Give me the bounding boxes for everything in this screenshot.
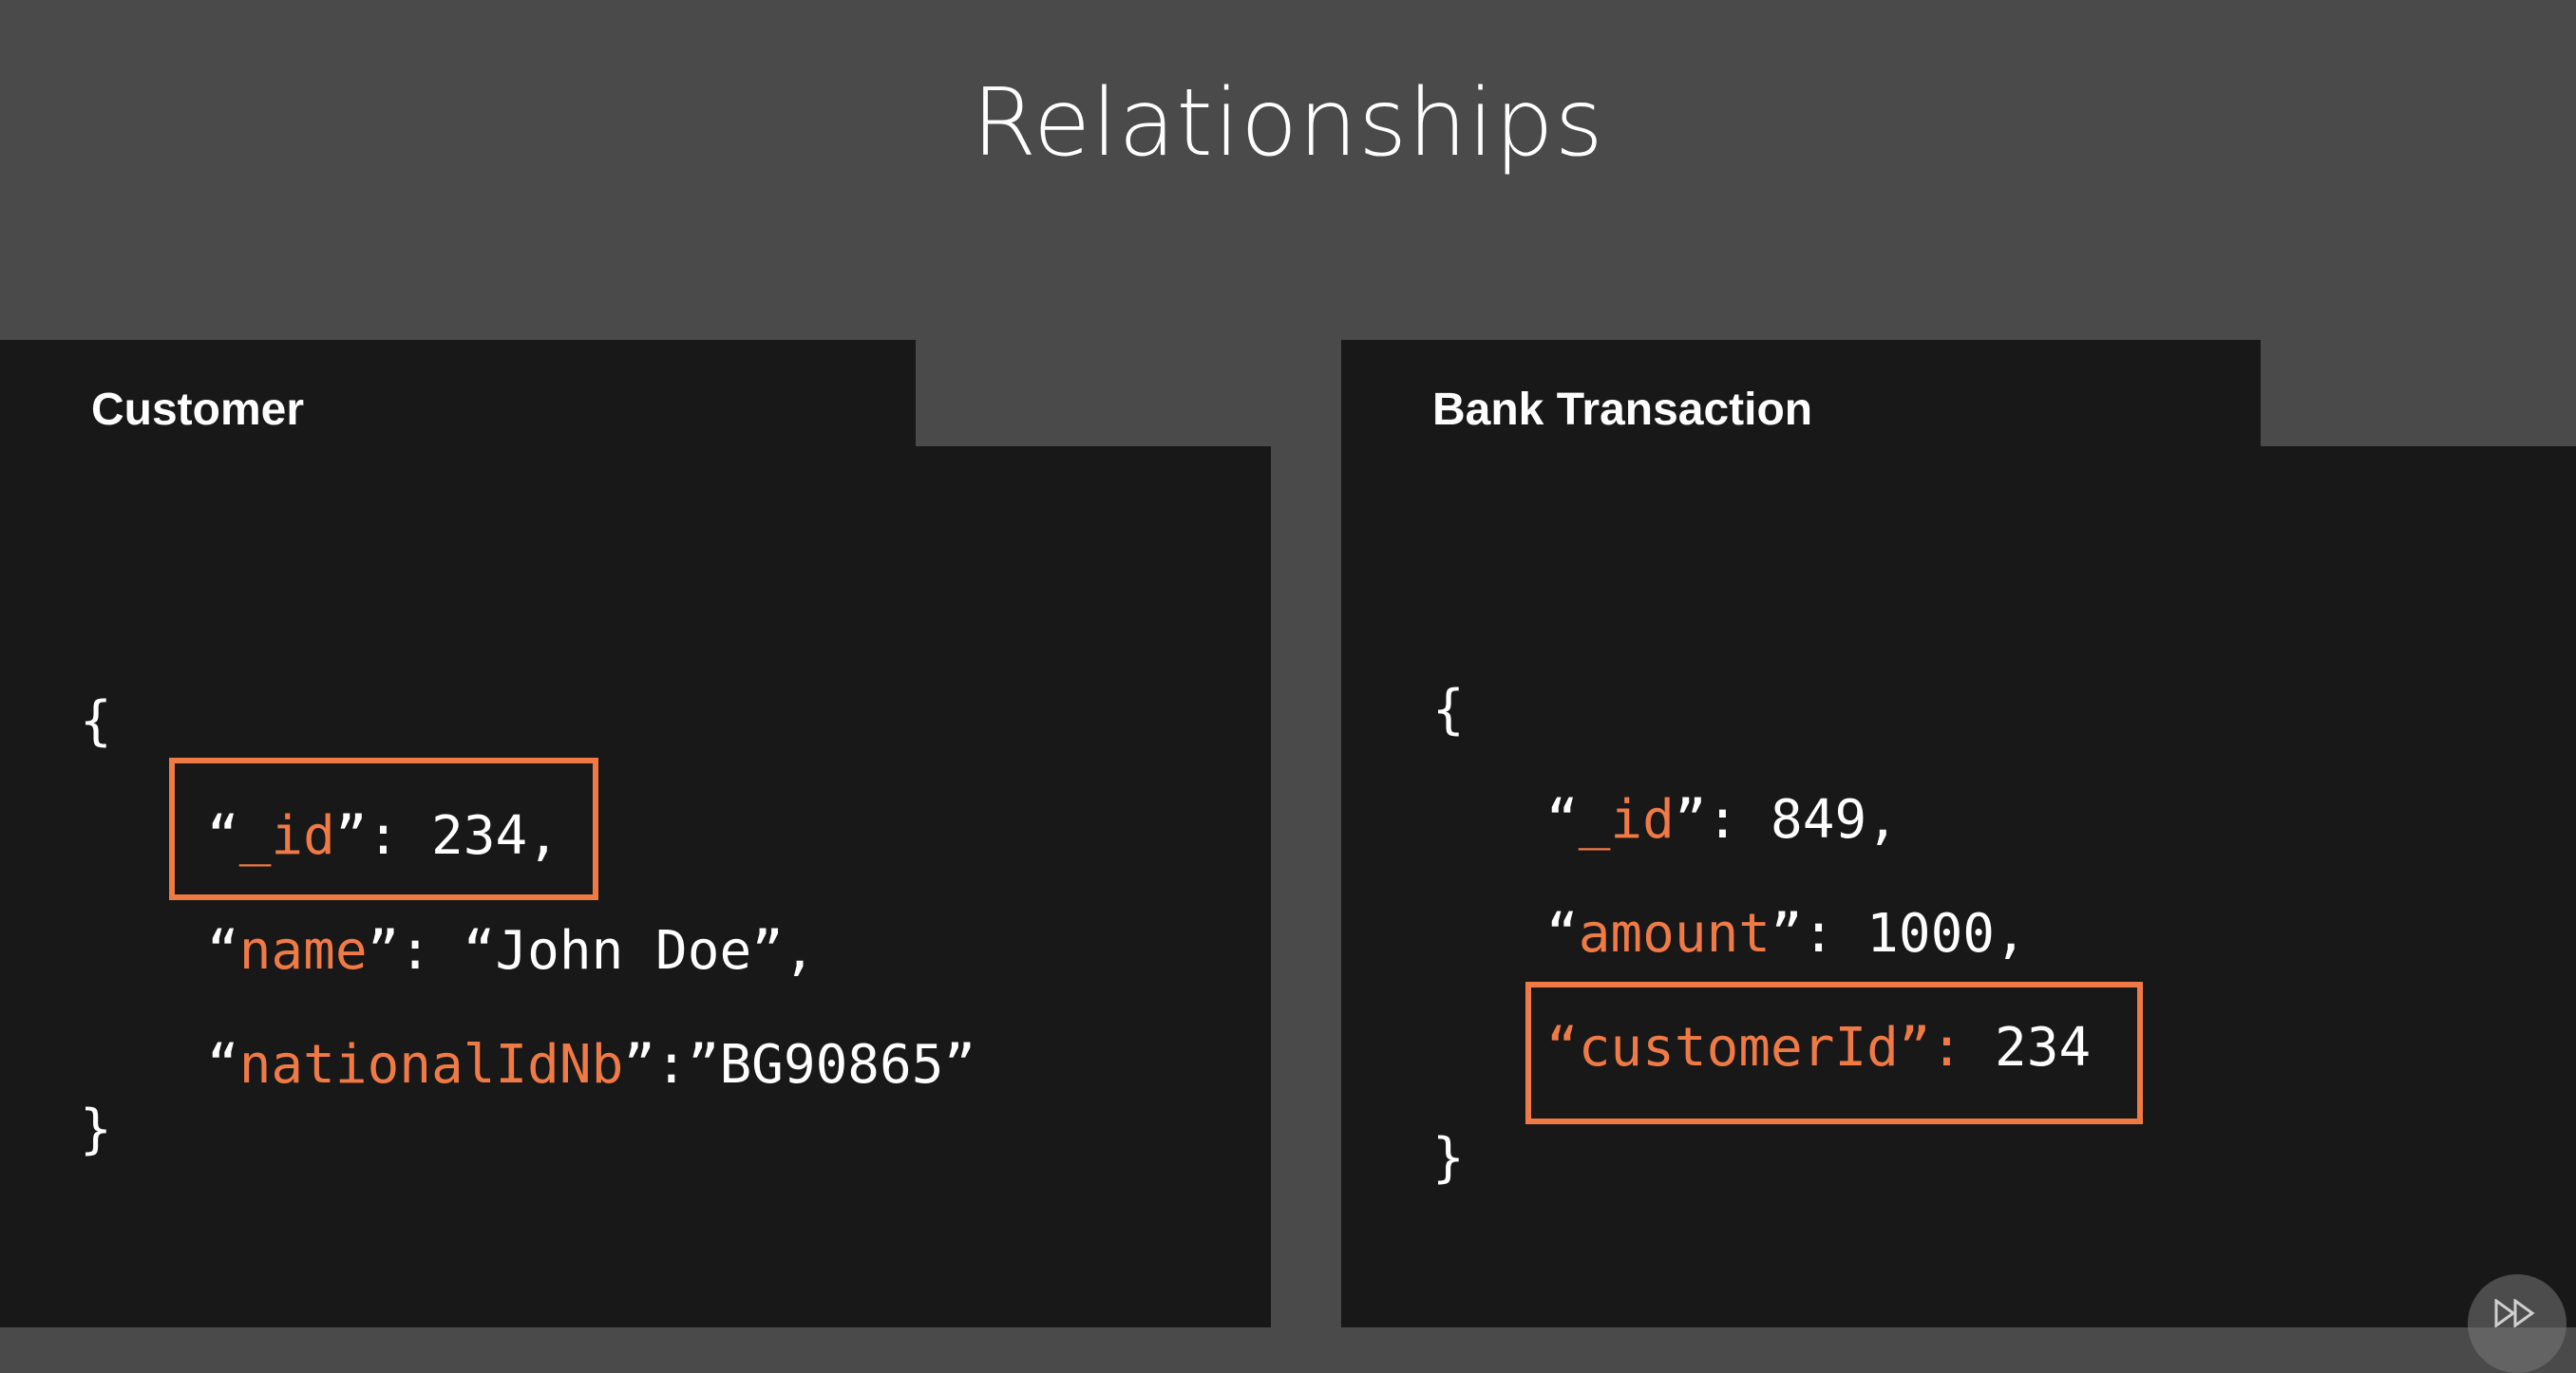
play-forward-icon-glyph — [2494, 1299, 2535, 1327]
transaction-amount-key: amount — [1578, 903, 1771, 965]
customer-name-line: “name”: “John Doe”, — [207, 920, 816, 982]
customer-national-id-key: nationalIdNb — [238, 1034, 624, 1096]
transaction-heading: Bank Transaction — [1432, 385, 1813, 435]
customer-panel: Customer { “_id”: 234, “name”: “John Doe… — [0, 340, 1271, 1327]
customer-id-highlight-box — [169, 758, 598, 900]
transaction-id-line: “_id”: 849, — [1546, 789, 1899, 851]
customer-national-id-line: “nationalIdNb”:”BG90865” — [207, 1034, 976, 1096]
transaction-id-key: _id — [1578, 789, 1675, 851]
transaction-panel: Bank Transaction { “_id”: 849, “amount”:… — [1341, 340, 2576, 1327]
slide-title: Relationships — [972, 69, 1604, 178]
play-forward-icon[interactable] — [2468, 1274, 2567, 1373]
customer-name-key: name — [238, 920, 368, 982]
customer-name-value: : “John Doe”, — [399, 920, 816, 982]
customer-id-foreign-key-highlight-box — [1525, 982, 2143, 1124]
customer-close-brace: } — [80, 1099, 112, 1160]
customer-heading: Customer — [91, 385, 305, 435]
transaction-amount-value: : 1000, — [1802, 903, 2027, 965]
customer-open-brace: { — [80, 690, 112, 752]
transaction-id-value: : 849, — [1706, 789, 1899, 851]
transaction-amount-line: “amount”: 1000, — [1546, 903, 2027, 965]
transaction-open-brace: { — [1432, 679, 1465, 741]
transaction-panel-body — [1341, 446, 2576, 1327]
transaction-close-brace: } — [1432, 1127, 1465, 1189]
customer-national-id-value: :”BG90865” — [655, 1034, 976, 1096]
